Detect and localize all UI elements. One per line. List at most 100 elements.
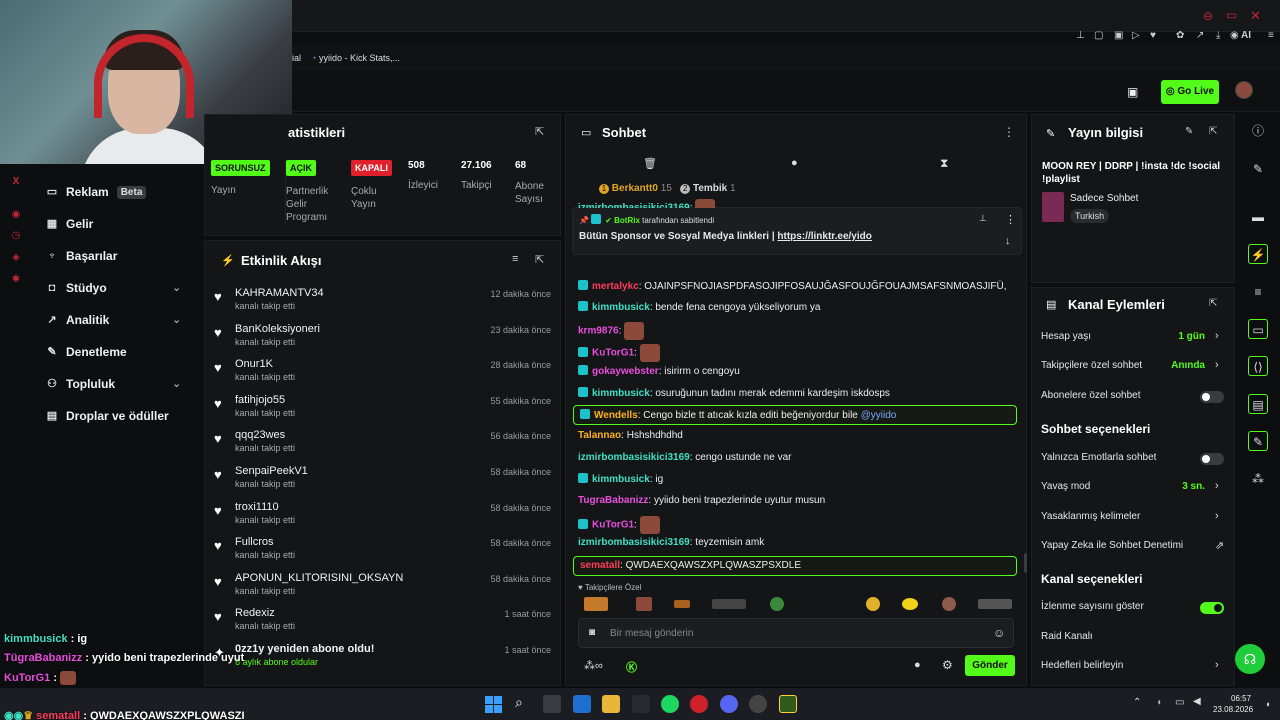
activity-item[interactable]: ♥ BanKoleksiyoneri kanalı takip etti 23 dak…: [214, 323, 554, 357]
sidebar-item-topluluk[interactable]: ⚇ Topluluk: [46, 377, 115, 391]
sidebar-item-gelir[interactable]: ▦ Gelir: [46, 217, 94, 231]
emote[interactable]: [584, 597, 608, 611]
chat-username[interactable]: izmirbombasisikici3169: [578, 537, 690, 548]
activity-name[interactable]: Onur1K: [235, 358, 273, 370]
actions-icon[interactable]: ▤: [1248, 394, 1268, 414]
heart-icon[interactable]: ♥: [1150, 30, 1156, 41]
activity-item[interactable]: ♥ troxi1110 kanalı takip etti 58 dakika önc…: [214, 501, 554, 535]
chat-username[interactable]: TugraBabanizz: [578, 495, 648, 506]
x-icon[interactable]: X: [10, 176, 22, 188]
chat-username[interactable]: kimmbusick: [592, 388, 650, 399]
activity-item[interactable]: ♥ qqq23wes kanalı takip etti 56 dakika önce: [214, 429, 554, 463]
activity-name[interactable]: BanKoleksiyoneri: [235, 323, 320, 335]
setting-row[interactable]: İzlenme sayısını göster: [1041, 601, 1144, 612]
menu-icon[interactable]: ≡: [1268, 30, 1274, 41]
activity-name[interactable]: fatihjojo55: [235, 394, 285, 406]
spotify-icon[interactable]: [661, 695, 679, 713]
ai-button[interactable]: AI: [1241, 30, 1251, 41]
chevron-down-icon[interactable]: ⌄: [172, 313, 181, 326]
chat-message[interactable]: izmirbombasisikici3169: cengo ustunde ne…: [578, 452, 791, 463]
wrench-icon[interactable]: ✎: [1248, 431, 1268, 451]
emote[interactable]: [978, 599, 1012, 609]
send-button[interactable]: Gönder: [965, 655, 1015, 676]
chevron-right-icon[interactable]: ›: [1215, 330, 1219, 342]
points-icon[interactable]: ⁂∞: [584, 659, 603, 672]
chat-message[interactable]: kimmbusick: bende fena cengoya yükseliyo…: [578, 301, 820, 313]
chat-message[interactable]: TugraBabanizz: yyiido beni trapezlerinde…: [578, 495, 825, 506]
chat-message[interactable]: izmirbombasisikici3169: teyzemisin amk: [578, 537, 764, 548]
chat-mention[interactable]: @yyiido: [861, 410, 897, 421]
clock-date[interactable]: 23.08.2026: [1213, 705, 1253, 714]
chat-message[interactable]: kimmbusick: ig: [578, 473, 663, 485]
trash-icon[interactable]: 🗑: [643, 157, 657, 170]
emote[interactable]: [695, 199, 716, 208]
chat-username[interactable]: kimmbusick: [592, 474, 650, 485]
emote[interactable]: [624, 322, 645, 340]
activity-name[interactable]: APONUN_KLITORISINI_OKSAYN: [235, 572, 403, 584]
activity-name[interactable]: KAHRAMANTV34: [235, 287, 324, 299]
chat-message[interactable]: mertalykc: OJAINPSFNOJIASPDFASOJIPFOSAUJ…: [578, 280, 1007, 292]
chat-message[interactable]: Talannao: Hshshdhdhd: [578, 430, 683, 441]
search-icon[interactable]: ⌕: [515, 694, 523, 711]
popout-icon[interactable]: ⇱: [1209, 298, 1217, 309]
activity-item[interactable]: ♥ Onur1K kanalı takip etti 28 dakika önce: [214, 358, 554, 392]
sidebar-item-studyo[interactable]: ◘ Stüdyo: [46, 281, 107, 295]
volume-icon[interactable]: ◀: [1193, 696, 1201, 707]
chat-message[interactable]: KuTorG1:: [578, 516, 660, 534]
play-icon[interactable]: ▷: [1132, 30, 1140, 41]
chat-username[interactable]: krm9876: [578, 326, 619, 337]
emoji-icon[interactable]: ☺: [993, 626, 1005, 640]
emote[interactable]: [674, 600, 690, 608]
opera-icon[interactable]: [690, 695, 708, 713]
record-icon[interactable]: ◉: [10, 209, 22, 221]
pinned-link[interactable]: https://linktr.ee/yido: [777, 231, 871, 242]
chat-message[interactable]: KuTorG1:: [578, 344, 660, 362]
sidebar-item-analitik[interactable]: ↗ Analitik: [46, 313, 109, 327]
chat-username[interactable]: izmirbombasisikici3169: [578, 203, 690, 208]
activity-name[interactable]: 0zz1y yeniden abone oldu!: [235, 643, 374, 655]
setting-row[interactable]: Hedefleri belirleyin: [1041, 660, 1123, 671]
chevron-right-icon[interactable]: ›: [1215, 480, 1219, 492]
pip-icon[interactable]: ▣: [1114, 30, 1123, 41]
popout-icon[interactable]: ⇱: [535, 125, 544, 138]
taskview-icon[interactable]: [543, 695, 561, 713]
scrollbar[interactable]: [1024, 553, 1027, 573]
unpin-icon[interactable]: ⊥: [979, 213, 987, 224]
filter-icon[interactable]: ≡: [512, 253, 518, 265]
minimize-icon[interactable]: ⊖: [1203, 9, 1213, 23]
obs-icon[interactable]: [749, 695, 767, 713]
chat-username[interactable]: mertalykc: [592, 281, 639, 292]
chevron-right-icon[interactable]: ›: [1215, 510, 1219, 522]
setting-row[interactable]: Hesap yaşı: [1041, 331, 1091, 342]
app-icon[interactable]: [632, 695, 650, 713]
bolt-icon[interactable]: ⚡: [1248, 244, 1268, 264]
clock-icon[interactable]: ◷: [10, 230, 22, 242]
mic-icon[interactable]: ◖: [1156, 697, 1162, 708]
theater-mode-icon[interactable]: ▣: [1127, 85, 1138, 99]
activity-name[interactable]: SenpaiPeekV1: [235, 465, 308, 477]
activity-name[interactable]: Redexiz: [235, 607, 275, 619]
edit-icon[interactable]: ✎: [1185, 126, 1193, 137]
download-icon[interactable]: ⤓: [1216, 30, 1220, 41]
activity-name[interactable]: troxi1110: [235, 501, 279, 513]
clock-time[interactable]: 06:57: [1231, 694, 1251, 703]
toggle-switch[interactable]: [1200, 602, 1224, 614]
chat-username[interactable]: sematall: [580, 560, 620, 571]
bubble-icon[interactable]: ●: [791, 157, 798, 169]
settings-icon[interactable]: ✱: [10, 274, 22, 286]
bookmark-item[interactable]: ◔ yyiido - Kick Stats,...: [311, 53, 400, 63]
chevron-down-icon[interactable]: ⌄: [172, 281, 181, 294]
chat-message[interactable]: gokaywebster: isirirm o cengoyu: [578, 365, 740, 377]
more-icon[interactable]: ⋮: [1003, 125, 1015, 139]
screenshot-icon[interactable]: ▢: [1094, 30, 1103, 41]
chat-input[interactable]: ◙ Bir mesaj gönderin ☺: [578, 618, 1014, 648]
activity-item[interactable]: ♥ KAHRAMANTV34 kanalı takip etti 12 dakika …: [214, 287, 554, 321]
chat-username[interactable]: KuTorG1: [592, 520, 634, 531]
code-icon[interactable]: ⟨⟩: [1248, 356, 1268, 376]
chat-username[interactable]: izmirbombasisikici3169: [578, 452, 690, 463]
apps-icon[interactable]: ⁂: [1248, 469, 1268, 489]
tag-badge[interactable]: Turkish: [1070, 209, 1110, 223]
emote[interactable]: [902, 598, 918, 610]
pin-icon[interactable]: ⊥: [1076, 30, 1085, 41]
activity-item[interactable]: ✦ 0zz1y yeniden abone oldu! 6 aylık abone …: [214, 643, 554, 677]
